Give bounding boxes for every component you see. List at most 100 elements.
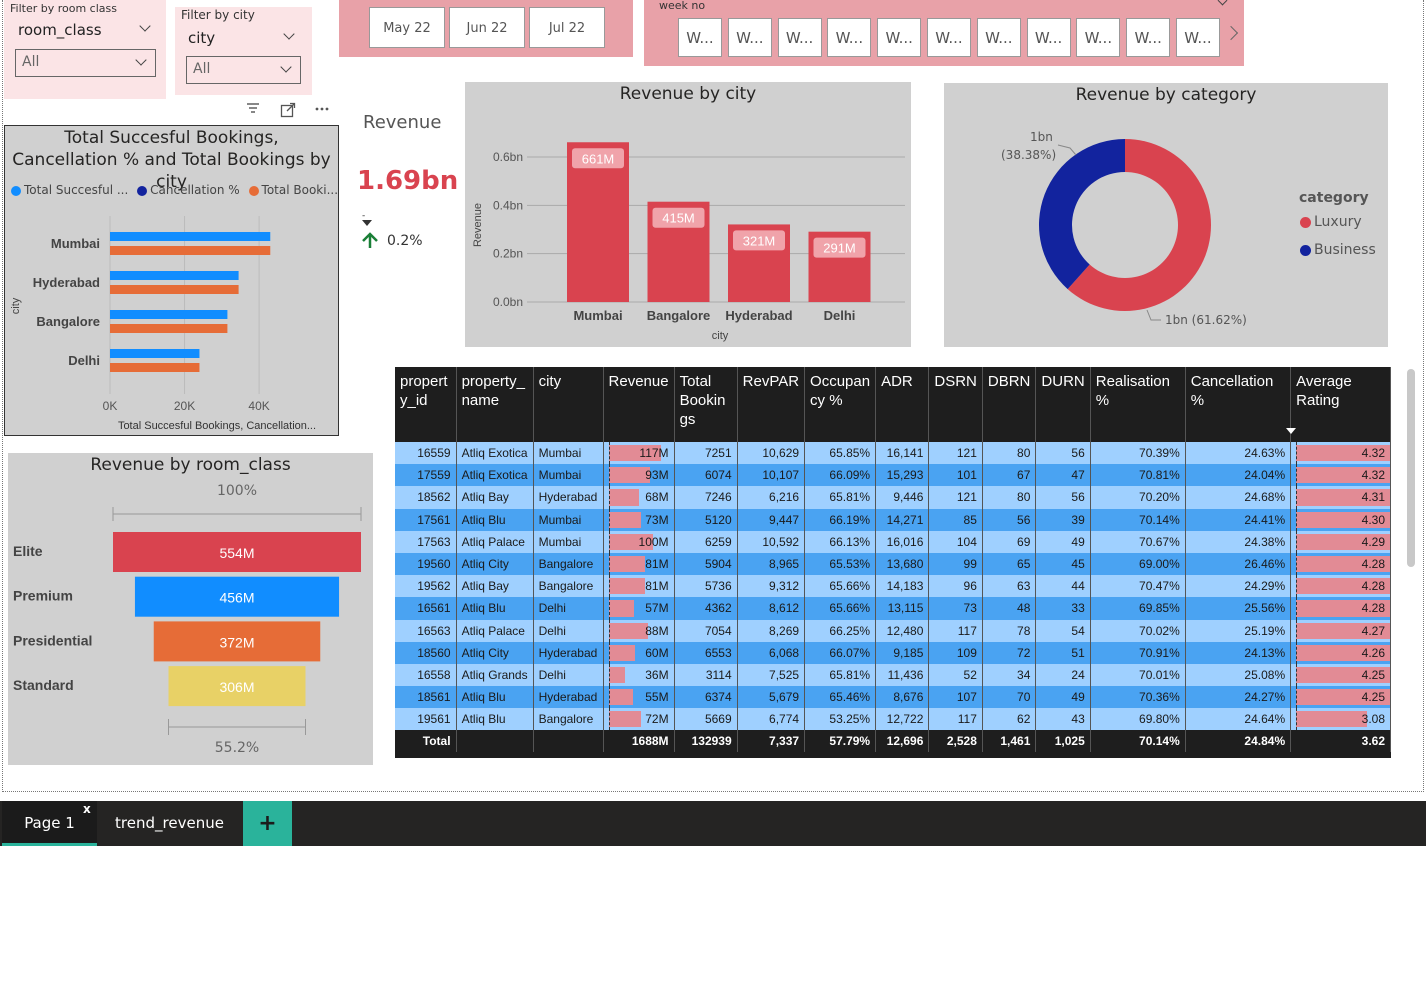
- close-tab-icon[interactable]: x: [83, 803, 91, 815]
- legend-item-luxury[interactable]: Luxury: [1300, 214, 1362, 230]
- filter-icon[interactable]: [246, 102, 260, 114]
- bar-successful-bookings[interactable]: [110, 232, 271, 241]
- table-row[interactable]: 19562 Atliq Bay Bangalore 81M 5736 9,312 65.66…: [395, 575, 1391, 598]
- table-cell: Bangalore: [533, 708, 604, 731]
- table-cell: Delhi: [533, 619, 604, 642]
- sort-descending-icon[interactable]: [1286, 428, 1296, 434]
- column-header[interactable]: Occupan cy %: [804, 367, 877, 442]
- column-header[interactable]: DURN: [1035, 367, 1091, 442]
- column-header[interactable]: RevPAR: [737, 367, 806, 442]
- revenue-by-room-class-chart[interactable]: Revenue by room_class 100% 55.2% 554M Eli…: [8, 453, 373, 765]
- bar-successful-bookings[interactable]: [110, 310, 228, 319]
- column-header[interactable]: ADR: [875, 367, 930, 442]
- table-cell: 4.28: [1290, 597, 1391, 620]
- table-cell: 5904: [674, 552, 738, 576]
- property-table[interactable]: propert y_id property_ name city Revenue Tot…: [395, 367, 1391, 758]
- week-button[interactable]: W...: [976, 18, 1021, 57]
- table-row[interactable]: 18562 Atliq Bay Hyderabad 68M 7246 6,216 65.81…: [395, 486, 1391, 509]
- data-bar: [608, 689, 633, 706]
- column-header[interactable]: property_ name: [456, 367, 534, 442]
- month-button[interactable]: Jun 22: [449, 7, 525, 48]
- table-row[interactable]: 18561 Atliq Blu Hyderabad 55M 6374 5,679 65.46…: [395, 686, 1391, 709]
- week-button[interactable]: W...: [1026, 18, 1071, 57]
- table-row[interactable]: 19560 Atliq City Bangalore 81M 5904 8,965 65.5…: [395, 552, 1391, 576]
- week-button[interactable]: W...: [777, 18, 822, 57]
- table-cell: 107: [928, 686, 983, 709]
- bookings-by-city-chart[interactable]: Total Succesful Bookings, Cancellation %…: [4, 125, 339, 436]
- table-scrollbar[interactable]: [1407, 369, 1415, 567]
- table-row[interactable]: 16563 Atliq Palace Delhi 88M 7054 8,269 66.25%…: [395, 619, 1391, 642]
- week-button[interactable]: W...: [1176, 18, 1220, 57]
- column-header[interactable]: Realisation %: [1090, 367, 1186, 442]
- focus-mode-icon[interactable]: [280, 102, 296, 118]
- week-button[interactable]: W...: [1126, 18, 1171, 57]
- y-tick-label: Hyderabad: [33, 275, 100, 290]
- month-button[interactable]: Jul 22: [529, 7, 605, 48]
- table-cell: 4.30: [1290, 508, 1391, 531]
- page-tab-bar: Page 1 x trend_revenue +: [0, 801, 1426, 846]
- bar-axis: [1296, 508, 1298, 531]
- table-cell: 78: [982, 619, 1037, 642]
- table-cell: 6,774: [737, 708, 806, 731]
- column-header[interactable]: Revenue: [603, 367, 675, 442]
- chevron-down-icon[interactable]: [139, 20, 151, 32]
- bar-axis: [608, 686, 610, 709]
- column-header[interactable]: city: [533, 367, 604, 442]
- table-row[interactable]: 17561 Atliq Blu Mumbai 73M 5120 9,447 66.19% 14…: [395, 508, 1391, 531]
- week-button[interactable]: W...: [827, 18, 872, 57]
- table-row[interactable]: 17563 Atliq Palace Mumbai 100M 6259 10,592 66.…: [395, 530, 1391, 553]
- table-cell: 8,965: [737, 552, 806, 576]
- table-row[interactable]: 18560 Atliq City Hyderabad 60M 6553 6,068 66.0…: [395, 641, 1391, 664]
- slicer-field-name[interactable]: room_class: [18, 21, 102, 39]
- table-cell: 4362: [674, 597, 738, 620]
- column-header[interactable]: Total Bookin gs: [674, 367, 738, 442]
- y-tick-label: Mumbai: [51, 236, 100, 251]
- column-header[interactable]: DBRN: [982, 367, 1037, 442]
- table-cell: 10,107: [737, 464, 806, 487]
- table-row[interactable]: 19561 Atliq Blu Bangalore 72M 5669 6,774 53.25…: [395, 708, 1391, 731]
- table-cell: Atliq Blu: [456, 508, 534, 531]
- tab-trend-revenue[interactable]: trend_revenue: [97, 801, 242, 846]
- table-cell: 36M: [603, 663, 675, 687]
- chevron-right-icon[interactable]: [1223, 25, 1239, 41]
- column-header[interactable]: Average Rating: [1290, 367, 1391, 442]
- revenue-by-category-chart[interactable]: Revenue by category 1bn (38.38%) 1bn (61…: [944, 83, 1388, 347]
- column-header[interactable]: DSRN: [928, 367, 983, 442]
- chevron-down-icon[interactable]: [283, 28, 295, 40]
- data-label: 415M: [662, 211, 695, 226]
- bar-successful-bookings[interactable]: [110, 271, 239, 280]
- city-dropdown[interactable]: All: [186, 56, 301, 84]
- more-options-icon[interactable]: [314, 100, 330, 116]
- column-header[interactable]: Cancellation %: [1185, 367, 1292, 442]
- chevron-down-icon[interactable]: [1217, 0, 1228, 6]
- month-button[interactable]: May 22: [369, 7, 445, 48]
- week-button[interactable]: W...: [927, 18, 971, 57]
- bar-successful-bookings[interactable]: [110, 349, 200, 358]
- total-cell: [533, 730, 604, 753]
- week-button[interactable]: W...: [727, 18, 772, 57]
- slicer-field-name[interactable]: city: [188, 29, 215, 47]
- table-row[interactable]: 16559 Atliq Exotica Mumbai 117M 7251 10,629 65…: [395, 442, 1391, 465]
- legend-item-business[interactable]: Business: [1300, 242, 1376, 258]
- y-tick-label: 0.2bn: [493, 247, 523, 261]
- revenue-by-city-chart[interactable]: Revenue by city 0.6bn 0.4bn 0.2bn 0.0bn Reve…: [465, 82, 911, 347]
- bar-total-bookings[interactable]: [110, 246, 271, 255]
- table-row[interactable]: 16558 Atliq Grands Delhi 36M 3114 7,525 65.81%…: [395, 663, 1391, 687]
- week-button[interactable]: W...: [877, 18, 922, 57]
- table-cell: 88M: [603, 619, 675, 642]
- table-cell: 16,016: [875, 530, 930, 553]
- table-row[interactable]: 16561 Atliq Blu Delhi 57M 4362 8,612 65.66% 13,…: [395, 597, 1391, 620]
- bar-axis: [608, 619, 610, 642]
- column-header[interactable]: propert y_id: [395, 367, 457, 442]
- room-class-dropdown[interactable]: All: [15, 49, 156, 77]
- bar-total-bookings[interactable]: [110, 285, 239, 294]
- add-page-button[interactable]: +: [243, 801, 292, 846]
- table-row[interactable]: 17559 Atliq Exotica Mumbai 93M 6074 10,107 66.…: [395, 464, 1391, 487]
- x-tick-label: Bangalore: [647, 308, 711, 323]
- week-button[interactable]: W...: [1076, 18, 1121, 57]
- bar-total-bookings[interactable]: [110, 324, 228, 333]
- bar-total-bookings[interactable]: [110, 363, 200, 372]
- week-button[interactable]: W...: [678, 18, 722, 57]
- table-cell: 104: [928, 530, 983, 553]
- table-cell: 16563: [395, 619, 457, 642]
